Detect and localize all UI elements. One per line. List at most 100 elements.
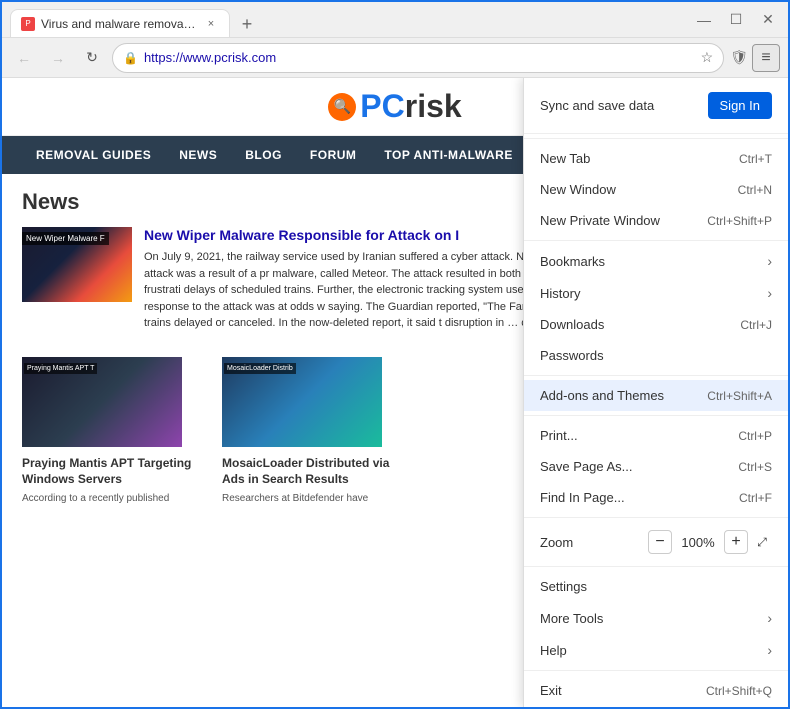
menu-item-bookmarks-label: Bookmarks — [540, 254, 759, 269]
menu-item-history[interactable]: History › — [524, 277, 788, 309]
bottom-article-0-image: Praying Mantis APT T — [22, 357, 182, 447]
menu-item-more-tools-arrow: › — [767, 610, 772, 626]
bottom-article-0-title[interactable]: Praying Mantis APT Targeting Windows Ser… — [22, 455, 202, 489]
bottom-article-1-text: Researchers at Bitdefender have — [222, 492, 402, 506]
bookmark-icon[interactable]: ☆ — [701, 49, 714, 66]
menu-item-passwords-label: Passwords — [540, 348, 772, 363]
zoom-value: 100% — [680, 535, 716, 550]
menu-divider-4 — [524, 415, 788, 416]
menu-item-downloads-shortcut: Ctrl+J — [740, 318, 772, 332]
bottom-article-1-image: MosaicLoader Distrib — [222, 357, 382, 447]
zoom-minus-button[interactable]: − — [648, 530, 672, 554]
logo-risk-text: risk — [405, 88, 462, 125]
menu-item-save-page[interactable]: Save Page As... Ctrl+S — [524, 451, 788, 482]
logo-pc-text: PC — [360, 88, 404, 125]
menu-item-save-page-shortcut: Ctrl+S — [738, 460, 772, 474]
nav-news[interactable]: NEWS — [165, 136, 231, 174]
security-icon: 🔒 — [123, 51, 138, 65]
menu-item-history-label: History — [540, 286, 759, 301]
menu-item-help-arrow: › — [767, 642, 772, 658]
zoom-control: Zoom − 100% + ⤢ — [524, 522, 788, 562]
menu-item-more-tools[interactable]: More Tools › — [524, 602, 788, 634]
menu-item-find-shortcut: Ctrl+F — [739, 491, 772, 505]
article-image-label: New Wiper Malware F — [22, 232, 109, 245]
menu-item-new-window[interactable]: New Window Ctrl+N — [524, 174, 788, 205]
back-button[interactable]: ← — [10, 44, 38, 72]
menu-item-downloads[interactable]: Downloads Ctrl+J — [524, 309, 788, 340]
menu-divider-2 — [524, 240, 788, 241]
minimize-button[interactable]: — — [692, 12, 716, 28]
menu-sync-header: Sync and save data Sign In — [524, 78, 788, 134]
menu-item-passwords[interactable]: Passwords — [524, 340, 788, 371]
menu-item-history-arrow: › — [767, 285, 772, 301]
browser-window: P Virus and malware removal inst × + — ☐… — [0, 0, 790, 709]
menu-item-print-shortcut: Ctrl+P — [738, 429, 772, 443]
nav-blog[interactable]: BLOG — [231, 136, 296, 174]
close-button[interactable]: ✕ — [756, 11, 780, 28]
zoom-plus-button[interactable]: + — [724, 530, 748, 554]
menu-item-more-tools-label: More Tools — [540, 611, 759, 626]
menu-item-print-label: Print... — [540, 428, 738, 443]
browser-menu-dropdown: Sync and save data Sign In New Tab Ctrl+… — [523, 78, 788, 707]
zoom-expand-button[interactable]: ⤢ — [752, 532, 772, 552]
nav-right-controls: 🛡 ≡ — [730, 44, 780, 72]
sign-in-button[interactable]: Sign In — [708, 92, 772, 119]
nav-forum[interactable]: FORUM — [296, 136, 371, 174]
menu-item-settings[interactable]: Settings — [524, 571, 788, 602]
menu-item-exit-label: Exit — [540, 683, 706, 698]
menu-item-downloads-label: Downloads — [540, 317, 740, 332]
address-bar[interactable]: 🔒 https://www.pcrisk.com ☆ — [112, 43, 724, 73]
menu-item-private-window-label: New Private Window — [540, 213, 707, 228]
menu-item-bookmarks[interactable]: Bookmarks › — [524, 245, 788, 277]
forward-button[interactable]: → — [44, 44, 72, 72]
url-text: https://www.pcrisk.com — [144, 50, 695, 65]
menu-item-exit-shortcut: Ctrl+Shift+Q — [706, 684, 772, 698]
site-logo: 🔍 PC risk — [328, 88, 461, 125]
menu-item-settings-label: Settings — [540, 579, 772, 594]
tab-close-button[interactable]: × — [203, 16, 219, 32]
menu-item-new-window-shortcut: Ctrl+N — [738, 183, 772, 197]
menu-item-private-window-shortcut: Ctrl+Shift+P — [707, 214, 772, 228]
menu-divider-3 — [524, 375, 788, 376]
nav-removal-guides[interactable]: REMOVAL GUIDES — [22, 136, 165, 174]
article-image: New Wiper Malware F — [22, 227, 132, 302]
active-tab[interactable]: P Virus and malware removal inst × — [10, 9, 230, 37]
menu-item-save-page-label: Save Page As... — [540, 459, 738, 474]
bottom-article-1-title[interactable]: MosaicLoader Distributed via Ads in Sear… — [222, 455, 402, 489]
menu-item-addons[interactable]: Add-ons and Themes Ctrl+Shift+A — [524, 380, 788, 411]
new-tab-button[interactable]: + — [234, 11, 260, 37]
shield-icon[interactable]: 🛡 — [730, 49, 748, 66]
menu-divider-7 — [524, 670, 788, 671]
bottom-article-0-image-label: Praying Mantis APT T — [24, 363, 97, 374]
refresh-button[interactable]: ↻ — [78, 44, 106, 72]
menu-item-find[interactable]: Find In Page... Ctrl+F — [524, 482, 788, 513]
menu-divider-6 — [524, 566, 788, 567]
bottom-article-0: Praying Mantis APT T Praying Mantis APT … — [22, 357, 202, 507]
logo-icon: 🔍 — [328, 93, 356, 121]
tab-title: Virus and malware removal inst — [41, 17, 197, 31]
navigation-bar: ← → ↻ 🔒 https://www.pcrisk.com ☆ 🛡 ≡ — [2, 38, 788, 78]
menu-item-exit[interactable]: Exit Ctrl+Shift+Q — [524, 675, 788, 706]
menu-item-print[interactable]: Print... Ctrl+P — [524, 420, 788, 451]
menu-item-find-label: Find In Page... — [540, 490, 739, 505]
bottom-article-0-text: According to a recently published — [22, 492, 202, 506]
menu-item-help[interactable]: Help › — [524, 634, 788, 666]
menu-item-new-tab-label: New Tab — [540, 151, 739, 166]
menu-item-new-tab[interactable]: New Tab Ctrl+T — [524, 143, 788, 174]
menu-button[interactable]: ≡ — [752, 44, 780, 72]
bottom-article-1-image-label: MosaicLoader Distrib — [224, 363, 296, 374]
menu-divider-1 — [524, 138, 788, 139]
maximize-button[interactable]: ☐ — [724, 11, 748, 28]
nav-top-anti-malware[interactable]: TOP ANTI-MALWARE — [370, 136, 526, 174]
menu-item-help-label: Help — [540, 643, 759, 658]
bottom-article-1: MosaicLoader Distrib MosaicLoader Distri… — [222, 357, 402, 507]
menu-item-new-window-label: New Window — [540, 182, 738, 197]
window-controls: — ☐ ✕ — [692, 11, 780, 28]
menu-item-private-window[interactable]: New Private Window Ctrl+Shift+P — [524, 205, 788, 236]
title-bar: P Virus and malware removal inst × + — ☐… — [2, 2, 788, 38]
sync-text: Sync and save data — [540, 98, 654, 113]
menu-divider-5 — [524, 517, 788, 518]
menu-item-new-tab-shortcut: Ctrl+T — [739, 152, 772, 166]
menu-item-addons-label: Add-ons and Themes — [540, 388, 707, 403]
tab-favicon: P — [21, 17, 35, 31]
